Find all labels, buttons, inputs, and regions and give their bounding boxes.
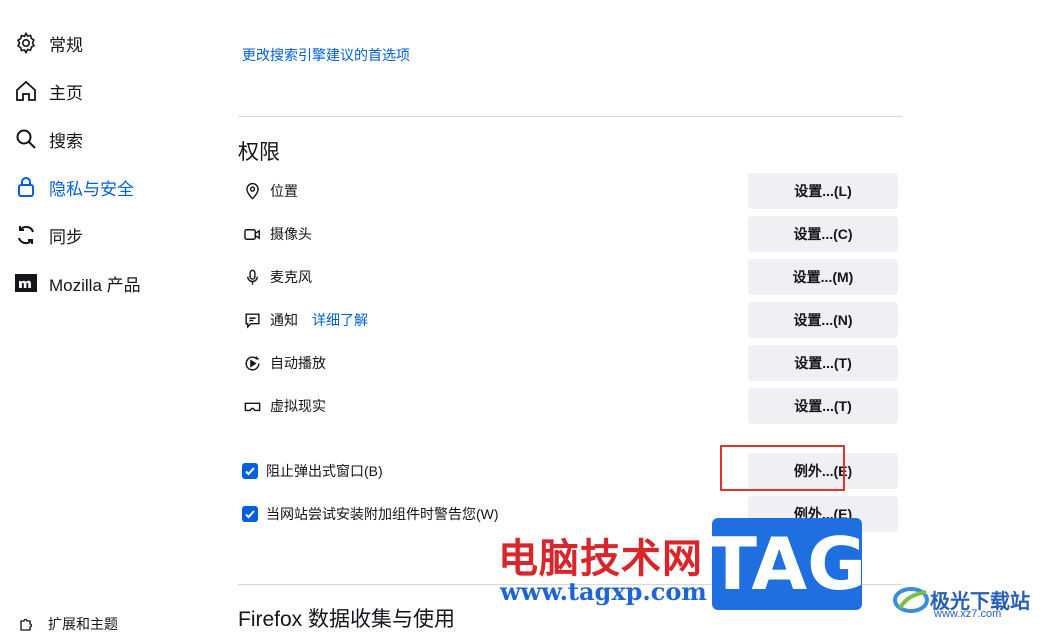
autoplay-settings-button[interactable]: 设置...(T) <box>748 345 898 381</box>
sidebar-item-label: 隐私与安全 <box>49 179 134 199</box>
permission-row-autoplay: 自动播放 设置...(T) <box>242 345 898 381</box>
watermark-tag-badge: TAG <box>708 518 866 610</box>
warn-addon-install-checkbox[interactable] <box>242 506 258 522</box>
sidebar-item-extensions-themes[interactable]: 扩展和主题 <box>18 614 118 634</box>
checkmark-icon <box>245 467 255 476</box>
watermark-site-url: www.xz7.com <box>934 608 1002 620</box>
location-settings-button[interactable]: 设置...(L) <box>748 173 898 209</box>
sidebar-item-search[interactable]: 搜索 <box>14 124 83 154</box>
permission-label: 自动播放 <box>270 355 326 371</box>
microphone-settings-button[interactable]: 设置...(M) <box>748 259 898 295</box>
home-icon <box>14 79 38 103</box>
sidebar-item-privacy[interactable]: 隐私与安全 <box>14 172 134 202</box>
sidebar-item-general[interactable]: 常规 <box>14 28 83 58</box>
gear-icon <box>14 31 38 55</box>
vr-settings-button[interactable]: 设置...(T) <box>748 388 898 424</box>
mozilla-logo-icon <box>14 271 38 295</box>
sidebar-item-home[interactable]: 主页 <box>14 76 83 106</box>
sync-icon <box>14 223 38 247</box>
sidebar-item-mozilla-products[interactable]: Mozilla 产品 <box>14 268 141 298</box>
autoplay-icon <box>242 353 262 373</box>
sidebar-item-label: 常规 <box>49 35 83 55</box>
camera-icon <box>242 224 262 244</box>
sidebar-item-label: Mozilla 产品 <box>49 275 141 295</box>
permission-label: 通知 <box>270 312 298 328</box>
permission-label: 麦克风 <box>270 269 312 285</box>
puzzle-icon <box>20 618 33 631</box>
search-suggestions-preferences-link[interactable]: 更改搜索引擎建议的首选项 <box>242 45 410 65</box>
lock-icon <box>14 175 38 199</box>
watermark-site-logo: 极光下载站 www.xz7.com <box>892 582 1030 620</box>
permissions-section-title: 权限 <box>238 141 280 164</box>
checkbox-label: 阻止弹出式窗口(B) <box>266 463 383 479</box>
location-pin-icon <box>242 181 262 201</box>
notification-icon <box>242 310 262 330</box>
sidebar-item-sync[interactable]: 同步 <box>14 220 83 250</box>
data-collection-section-title: Firefox 数据收集与使用 <box>238 608 456 631</box>
watermark-url: www.tagxp.com <box>500 577 707 606</box>
watermark-text: 电脑技术网 <box>498 535 703 582</box>
permission-label: 虚拟现实 <box>270 398 326 414</box>
camera-settings-button[interactable]: 设置...(C) <box>748 216 898 252</box>
sidebar-item-label: 扩展和主题 <box>48 616 118 632</box>
permission-row-location: 位置 设置...(L) <box>242 173 898 209</box>
checkbox-label: 当网站尝试安装附加组件时警告您(W) <box>266 506 499 522</box>
settings-sidebar: 常规 主页 搜索 隐私与安全 同步 Mozilla 产品 扩展和主题 <box>0 0 200 635</box>
permission-label: 位置 <box>270 183 298 199</box>
aurora-logo-icon <box>893 587 929 613</box>
section-divider <box>238 116 902 117</box>
permission-row-virtual-reality: 虚拟现实 设置...(T) <box>242 388 898 424</box>
permission-label: 摄像头 <box>270 226 312 242</box>
notifications-settings-button[interactable]: 设置...(N) <box>748 302 898 338</box>
permission-row-microphone: 麦克风 设置...(M) <box>242 259 898 295</box>
checkmark-icon <box>245 510 255 519</box>
vr-headset-icon <box>242 396 262 416</box>
block-popups-checkbox[interactable] <box>242 463 258 479</box>
permission-row-camera: 摄像头 设置...(C) <box>242 216 898 252</box>
learn-more-link[interactable]: 详细了解 <box>312 310 368 330</box>
popup-exceptions-button[interactable]: 例外...(E) <box>748 453 898 489</box>
block-popups-row: 阻止弹出式窗口(B) 例外...(E) <box>242 453 898 489</box>
sidebar-item-label: 搜索 <box>49 131 83 151</box>
permission-row-notifications: 通知 详细了解 设置...(N) <box>242 302 898 338</box>
sidebar-item-label: 主页 <box>49 83 83 103</box>
search-icon <box>14 127 38 151</box>
sidebar-item-label: 同步 <box>49 227 83 247</box>
microphone-icon <box>242 267 262 287</box>
